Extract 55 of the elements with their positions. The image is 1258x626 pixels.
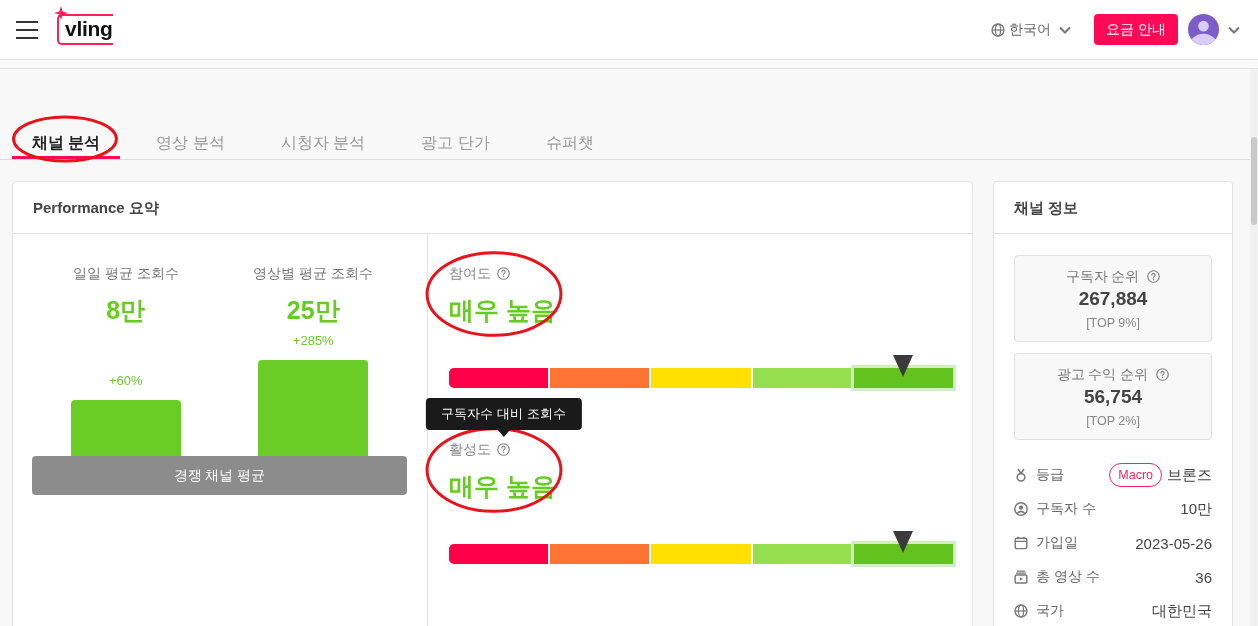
globe-icon [1014, 604, 1028, 618]
detail-value: 2023-05-26 [1135, 534, 1212, 552]
help-icon[interactable] [497, 442, 510, 456]
detail-label: 총 영상 수 [1036, 568, 1100, 586]
chevron-down-icon [1228, 25, 1240, 34]
profile-button[interactable] [1188, 14, 1240, 45]
rating-value: 매우 높음 [449, 295, 556, 326]
help-icon[interactable] [1156, 367, 1170, 381]
logo-wordmark[interactable]: vling [57, 14, 113, 45]
globe-icon [991, 22, 1006, 37]
detail-label: 가입일 [1036, 534, 1078, 552]
detail-value: 대한민국 [1152, 601, 1212, 621]
menu-icon[interactable] [16, 20, 38, 39]
help-icon[interactable] [1147, 269, 1161, 283]
change-label: +285% [292, 332, 334, 350]
rank-value: 56,754 [1082, 385, 1144, 409]
tooltip: 구독자수 대비 조회수 [425, 397, 582, 437]
chevron-down-icon [1059, 25, 1072, 34]
detail-label: 등급 [1036, 466, 1064, 484]
tab[interactable]: 채널 분석 [12, 132, 121, 159]
sparkle-icon [54, 6, 68, 20]
change-label: +60% [108, 372, 143, 390]
rank-label: 광고 수익 순위 [1056, 365, 1149, 384]
pricing-button[interactable]: 요금 안내 [1094, 14, 1178, 45]
metric-value: 25만 [286, 295, 340, 326]
avatar-icon [1188, 14, 1219, 45]
rank-percentile: [TOP 9%] [1085, 315, 1141, 332]
language-selector[interactable]: 한국어 [991, 14, 1072, 45]
detail-label: 국가 [1036, 602, 1064, 620]
detail-value: 브론즈 [1167, 465, 1212, 485]
calendar-icon [1014, 536, 1028, 550]
rank-label: 구독자 순위 [1065, 267, 1140, 286]
card-title: Performance 요약 [13, 182, 972, 234]
card-title: 채널 정보 [994, 182, 1232, 234]
rank-value: 267,884 [1077, 287, 1149, 311]
baseline-bar: 경쟁 채널 평균 [32, 456, 407, 495]
scrollbar-thumb[interactable] [1251, 137, 1257, 225]
video-stack-icon [1014, 570, 1028, 584]
detail-value: 36 [1195, 568, 1212, 586]
metric-label: 영상별 평균 조회수 [253, 264, 374, 283]
tab[interactable]: 시청자 분석 [260, 132, 386, 159]
tab[interactable]: 슈퍼챗 [525, 132, 614, 159]
detail-label: 구독자 수 [1036, 500, 1096, 518]
detail-value: 10만 [1180, 499, 1212, 519]
medal-icon [1014, 468, 1028, 482]
user-circle-icon [1014, 502, 1028, 516]
help-icon[interactable] [497, 266, 510, 280]
metric-value: 8만 [106, 295, 146, 326]
metric-label: 일일 평균 조회수 [72, 264, 179, 283]
tab[interactable]: 광고 단가 [401, 132, 510, 159]
metric-label: 활성도 [449, 440, 491, 459]
tab[interactable]: 영상 분석 [136, 132, 245, 159]
rating-value: 매우 높음 [449, 471, 556, 502]
metric-label: 참여도 [449, 264, 491, 283]
rank-percentile: [TOP 2%] [1085, 413, 1141, 430]
